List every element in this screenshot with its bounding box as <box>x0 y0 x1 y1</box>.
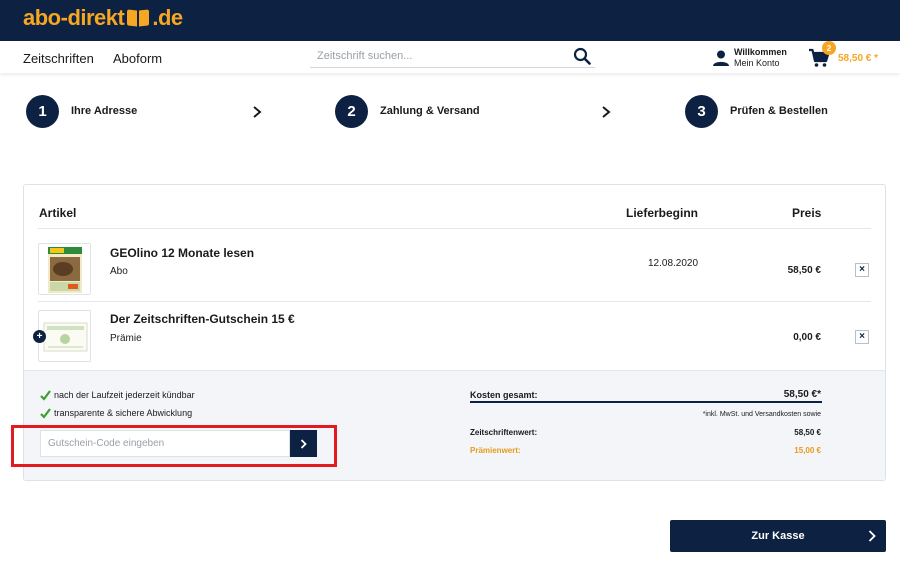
item-delivery-date: 12.08.2020 <box>648 258 699 269</box>
premium-plus-icon: + <box>33 330 46 343</box>
cart-count-badge: 2 <box>822 41 836 55</box>
cart-link[interactable]: 2 58,50 € * <box>808 41 879 71</box>
cart-summary-area: nach der Laufzeit jederzeit kündbar tran… <box>11 370 885 480</box>
step-label: Zahlung & Versand <box>380 105 480 117</box>
chevron-right-icon <box>602 106 611 118</box>
benefit-text: nach der Laufzeit jederzeit kündbar <box>54 390 195 400</box>
checkout-label: Zur Kasse <box>751 530 805 542</box>
item-price: 58,50 € <box>787 265 821 276</box>
nav-link-aboform[interactable]: Aboform <box>113 51 162 66</box>
premium-value: 15,00 € <box>794 446 821 455</box>
item-title[interactable]: GEOlino 12 Monate lesen <box>110 246 254 260</box>
account-link[interactable]: Willkommen Mein Konto <box>712 46 787 70</box>
total-cost-label: Kosten gesamt: <box>470 390 538 400</box>
chevron-right-icon <box>868 530 876 542</box>
search-bar <box>310 46 595 68</box>
total-cost-value: 58,50 €* <box>783 389 821 400</box>
step-address: 1 Ihre Adresse <box>26 94 138 128</box>
logo-text-left: abo-direkt <box>23 5 125 30</box>
item-type: Prämie <box>110 333 142 344</box>
premium-value-label: Prämienwert: <box>470 446 521 455</box>
benefit-item: transparente & sichere Abwicklung <box>40 406 192 420</box>
product-thumbnail-geolino[interactable] <box>38 243 91 295</box>
tax-note: *inkl. MwSt. und Versandkosten sowie <box>702 411 821 418</box>
column-header-price: Preis <box>792 206 822 220</box>
site-logo[interactable]: abo-direkt .de <box>23 4 183 32</box>
account-greeting: Willkommen <box>734 47 787 57</box>
step-number: 3 <box>685 94 718 128</box>
chevron-right-icon <box>253 106 262 118</box>
main-navigation: Zeitschriften Aboform Willkommen Mein Ko… <box>0 41 900 73</box>
checkout-button[interactable]: Zur Kasse <box>670 520 886 552</box>
voucher-submit-button[interactable] <box>290 430 317 457</box>
magazine-value: 58,50 € <box>794 428 821 437</box>
remove-item-button[interactable]: × <box>855 263 869 277</box>
item-type: Abo <box>110 266 128 277</box>
checkmark-icon <box>40 389 51 401</box>
logo-text-right: .de <box>152 5 183 30</box>
divider <box>38 301 871 302</box>
chevron-right-icon <box>300 438 307 449</box>
search-input[interactable] <box>310 46 560 66</box>
magazine-cover-image <box>48 247 82 293</box>
step-review: 3 Prüfen & Bestellen <box>685 94 828 128</box>
step-payment: 2 Zahlung & Versand <box>335 94 480 128</box>
voucher-code-input[interactable] <box>40 430 290 457</box>
header-bar: abo-direkt .de <box>0 0 900 41</box>
cart-total: 58,50 € * <box>838 52 879 64</box>
step-number: 2 <box>335 94 368 128</box>
magazine-value-label: Zeitschriftenwert: <box>470 428 538 437</box>
voucher-image <box>43 322 88 352</box>
item-title[interactable]: Der Zeitschriften-Gutschein 15 € <box>110 312 295 326</box>
user-icon <box>713 50 729 66</box>
benefit-text: transparente & sichere Abwicklung <box>54 408 193 418</box>
column-header-article: Artikel <box>39 206 77 220</box>
book-icon <box>126 8 150 28</box>
column-header-delivery: Lieferbeginn <box>626 206 699 220</box>
nav-link-zeitschriften[interactable]: Zeitschriften <box>23 51 94 66</box>
cart-card: Artikel Lieferbeginn Preis GEOlino 12 Mo… <box>11 184 886 481</box>
summary-divider <box>470 401 822 403</box>
divider <box>38 228 871 229</box>
account-label: Mein Konto <box>734 58 780 68</box>
step-label: Ihre Adresse <box>71 105 138 117</box>
benefit-item: nach der Laufzeit jederzeit kündbar <box>40 388 195 402</box>
remove-item-button[interactable]: × <box>855 330 869 344</box>
step-label: Prüfen & Bestellen <box>730 105 828 117</box>
checkmark-icon <box>40 407 51 419</box>
item-price: 0,00 € <box>793 332 821 343</box>
step-number: 1 <box>26 94 59 128</box>
search-icon[interactable] <box>573 47 591 65</box>
